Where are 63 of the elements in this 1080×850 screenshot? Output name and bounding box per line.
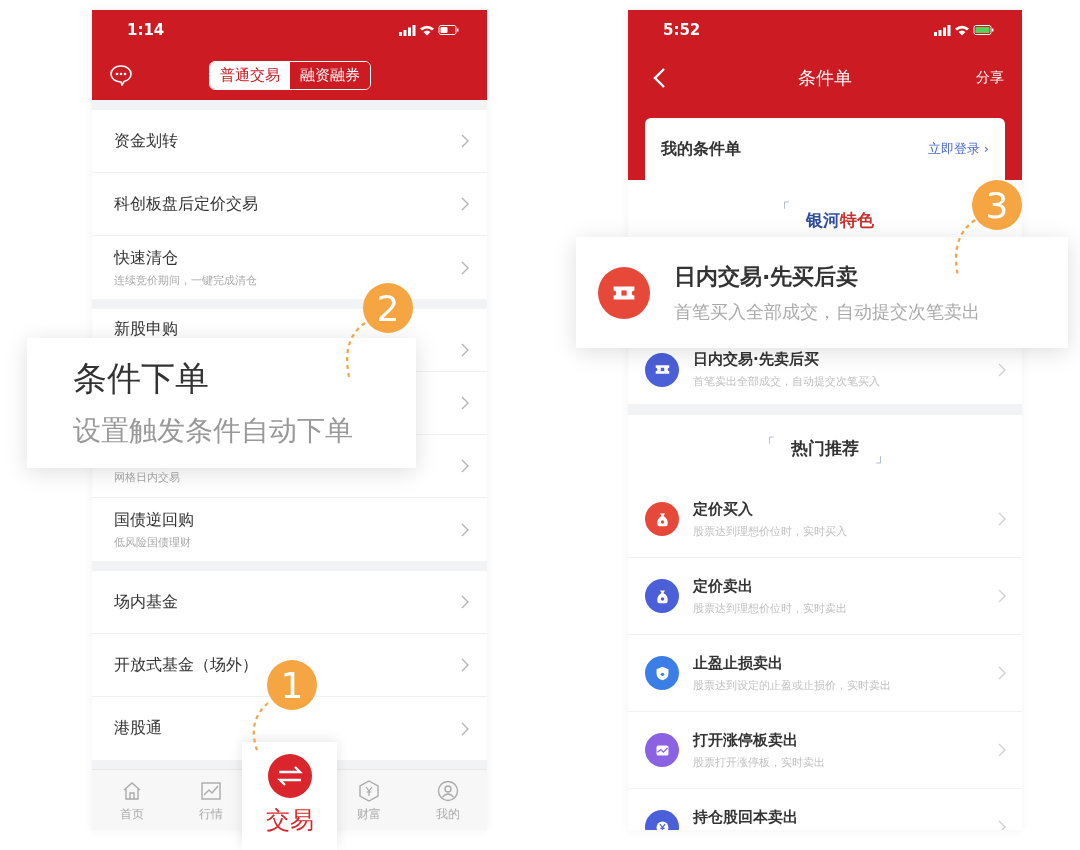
tab-bar-item[interactable]: 交易	[242, 742, 337, 850]
row-title: 开放式基金（场外）	[114, 654, 258, 676]
row-subtitle: 连续竞价期间，一键完成清仓	[114, 272, 257, 288]
menu-row[interactable]: 国债逆回购 低风险国债理财	[92, 498, 487, 561]
status-icons	[399, 24, 459, 36]
row-title: 资金划转	[114, 130, 178, 152]
chevron-icon	[998, 820, 1006, 830]
row-title: 止盈止损卖出	[693, 653, 784, 673]
menu-row[interactable]: 资金划转	[92, 110, 487, 173]
status-icons	[934, 24, 994, 36]
chat-icon[interactable]	[109, 64, 133, 86]
yen-icon	[357, 780, 380, 802]
zoom-subtitle: 设置触发条件自动下单	[73, 413, 353, 449]
bracket-mark: 」	[875, 449, 889, 467]
row-title: 定价买入	[693, 499, 754, 519]
status-time: 5:52	[663, 21, 701, 39]
segment-tab[interactable]: 普通交易	[209, 61, 290, 89]
chevron-icon	[461, 721, 469, 736]
menu-row[interactable]: 场内基金	[92, 571, 487, 634]
chevron-icon	[998, 512, 1006, 526]
status-time: 1:14	[127, 21, 165, 39]
chevron-icon	[461, 658, 469, 672]
row-title: 打开涨停板卖出	[693, 730, 799, 750]
row-title: 科创板盘后定价交易	[114, 193, 258, 215]
order-type-row[interactable]: 持仓股回本卖出	[628, 789, 1022, 830]
menu-row[interactable]: 科创板盘后定价交易	[92, 173, 487, 236]
chevron-icon	[461, 522, 469, 537]
chevron-icon	[998, 743, 1006, 757]
row-title: 持仓股回本卖出	[693, 808, 799, 827]
chevron-icon	[461, 459, 469, 473]
chart-icon	[199, 780, 222, 802]
row-subtitle: 低风险国债理财	[114, 534, 192, 550]
chevron-icon	[461, 197, 469, 211]
card-title: 我的条件单	[661, 138, 741, 160]
chevron-icon	[461, 260, 469, 275]
row-title: 场内基金	[114, 591, 178, 613]
row-title: 港股通	[114, 718, 162, 739]
zoom-title: 条件下单	[73, 357, 210, 400]
bracket-mark: 「	[776, 200, 790, 218]
chevron-icon	[998, 362, 1006, 377]
bracket-mark: 「	[761, 435, 775, 453]
chevron-icon	[461, 595, 469, 609]
row-title: 日内交易·先卖后买	[693, 350, 820, 369]
section-title: 银河特色	[806, 208, 874, 232]
chevron-icon	[998, 589, 1006, 603]
exchange-icon	[267, 754, 312, 798]
row-title: 定价卖出	[693, 576, 754, 596]
share-button[interactable]: 分享	[976, 69, 1004, 87]
chevron-icon	[461, 396, 469, 410]
section-title: 热门推荐	[791, 436, 859, 460]
chevron-icon	[461, 134, 469, 148]
row-subtitle: 网格日内交易	[114, 470, 180, 485]
row-title: 新股申购	[114, 319, 178, 340]
row-title: 国债逆回购	[114, 509, 194, 531]
zoom-title: 日内交易·先买后卖	[674, 262, 860, 291]
page-title: 条件单	[798, 66, 852, 90]
chevron-icon	[461, 343, 469, 357]
zoom-subtitle: 首笔买入全部成交，自动提交次笔卖出	[674, 299, 980, 324]
user-icon	[436, 780, 459, 802]
back-icon[interactable]	[652, 67, 666, 89]
row-title: 快速清仓	[114, 247, 179, 269]
login-link[interactable]: 立即登录 ›	[927, 140, 989, 158]
chevron-icon	[998, 666, 1006, 680]
